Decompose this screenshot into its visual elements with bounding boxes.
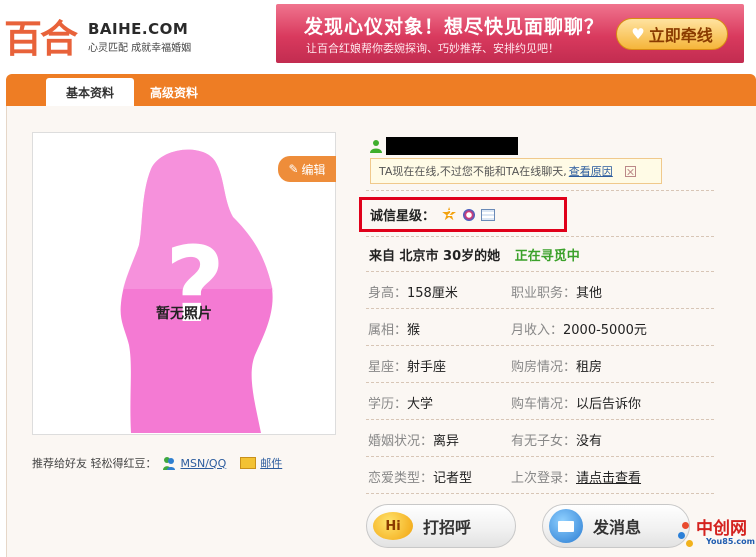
attr-housing: 购房情况：租房 (511, 356, 602, 375)
attr-value: 大学 (407, 397, 434, 412)
attr-label: 购房情况： (511, 360, 577, 375)
watermark-logo: 中创网 You85.com (676, 514, 755, 554)
send-message-button[interactable]: 发消息 (542, 504, 690, 548)
credit-star-icon[interactable]: ★ 2 (441, 205, 457, 224)
greet-button[interactable]: Hi 打招呼 (366, 504, 516, 548)
attr-value: 猴 (407, 323, 421, 338)
attr-value: 其他 (576, 286, 603, 301)
attr-constellation: 星座：射手座 (368, 356, 446, 375)
status-badge: 正在寻觅中 (514, 249, 580, 264)
heart-icon: ♥ (631, 25, 645, 43)
credit-star-level: 2 (447, 208, 453, 218)
attr-height: 身高：158厘米 (368, 282, 458, 301)
svg-text:?: ? (165, 224, 225, 346)
attr-label: 身高： (368, 286, 408, 301)
match-now-button[interactable]: ♥ 立即牵线 (616, 18, 728, 50)
no-photo-label: 暂无照片 (156, 306, 212, 322)
divider (366, 456, 714, 457)
logo-cn-text: 百合 (4, 16, 78, 61)
attr-value: 以后告诉你 (576, 397, 642, 412)
close-icon[interactable] (624, 165, 636, 177)
match-now-label: 立即牵线 (648, 26, 713, 45)
attr-label: 星座： (368, 360, 408, 375)
baihe-logo[interactable]: 百合 BAIHE.COM 心灵匹配 成就幸福婚姻 (4, 6, 204, 62)
attr-value: 没有 (576, 434, 603, 449)
matchmaker-banner[interactable]: 发现心仪对象！想尽快见面聊聊？ 让百合红娘帮你委婉探询、巧妙推荐、安排约见吧！ … (276, 4, 744, 63)
divider (366, 493, 714, 494)
attr-label: 购车情况： (511, 397, 577, 412)
attr-value: 158厘米 (407, 286, 458, 301)
attr-job: 职业职务：其他 (511, 282, 602, 301)
attr-children: 有无子女：没有 (511, 430, 602, 449)
credit-rating-label: 诚信星级： (370, 209, 436, 224)
view-reason-link[interactable]: 查看原因 (569, 163, 613, 179)
attr-value: 离异 (433, 434, 460, 449)
pencil-icon: ✎ (288, 162, 299, 176)
tab-advanced-info[interactable]: 高级资料 (134, 78, 214, 106)
online-notice: TA现在在线,不过您不能和TA在线聊天, 查看原因 (370, 158, 662, 184)
attr-car: 购车情况：以后告诉你 (511, 393, 641, 412)
divider (366, 236, 714, 237)
watermark-dot (686, 540, 693, 547)
redacted-username (386, 137, 518, 155)
divider (366, 308, 714, 309)
send-message-label: 发消息 (593, 518, 642, 537)
attr-label: 学历： (368, 397, 408, 412)
attr-label: 属相： (368, 323, 408, 338)
verified-badge-icon[interactable] (463, 208, 476, 221)
attr-label: 上次登录： (511, 471, 577, 486)
mail-icon[interactable] (240, 457, 257, 469)
attr-label: 婚姻状况： (368, 434, 434, 449)
share-msn-link[interactable]: MSN/QQ (181, 457, 227, 470)
origin-text: 来自 北京市 30岁的她 (369, 249, 501, 264)
logo-en-text: BAIHE.COM (88, 20, 189, 38)
attr-love-type: 恋爱类型：记者型 (368, 467, 472, 486)
attr-label: 职业职务： (511, 286, 577, 301)
profile-tab-bar: 基本资料 高级资料 (6, 74, 756, 106)
attr-value: 租房 (576, 360, 603, 375)
profile-origin: 来自 北京市 30岁的她 正在寻觅中 (369, 245, 580, 264)
divider (366, 382, 714, 383)
banner-title: 发现心仪对象！想尽快见面聊聊？ (304, 16, 605, 38)
online-user-icon (370, 140, 382, 153)
last-login-link[interactable]: 请点击查看 (576, 471, 641, 486)
watermark-en: You85.com (706, 537, 755, 546)
msn-icon[interactable] (161, 455, 177, 471)
divider (366, 419, 714, 420)
attr-value: 记者型 (433, 471, 473, 486)
divider (366, 345, 714, 346)
attr-label: 恋爱类型： (368, 471, 434, 486)
banner-subtitle: 让百合红娘帮你委婉探询、巧妙推荐、安排约见吧！ (306, 42, 559, 55)
divider (366, 271, 714, 272)
edit-label: 编辑 (301, 162, 326, 177)
tab-basic-info[interactable]: 基本资料 (46, 78, 134, 106)
divider (366, 190, 714, 191)
share-prompt: 推荐给好友 轻松得红豆： (32, 457, 157, 470)
envelope-icon (549, 509, 583, 543)
watermark-dot (682, 522, 689, 529)
watermark-dot (678, 532, 685, 539)
share-mail-link[interactable]: 邮件 (260, 455, 282, 471)
attr-value: 射手座 (407, 360, 447, 375)
id-card-icon[interactable] (481, 208, 496, 221)
share-row: 推荐给好友 轻松得红豆： MSN/QQ 邮件 (32, 455, 282, 471)
attr-last-login: 上次登录：请点击查看 (511, 467, 641, 486)
attr-marital: 婚姻状况：离异 (368, 430, 459, 449)
attr-zodiac: 属相：猴 (368, 319, 420, 338)
online-note-text: TA现在在线,不过您不能和TA在线聊天, (379, 165, 567, 178)
edit-photo-button[interactable]: ✎ 编辑 (278, 156, 336, 182)
credit-rating-box: 诚信星级： ★ 2 (359, 197, 567, 232)
attr-income: 月收入：2000-5000元 (511, 319, 647, 338)
attr-education: 学历：大学 (368, 393, 433, 412)
attr-label: 月收入： (511, 323, 564, 338)
greet-label: 打招呼 (423, 518, 472, 537)
hi-bubble-icon: Hi (373, 512, 413, 540)
attr-label: 有无子女： (511, 434, 577, 449)
profile-name-row (370, 137, 518, 155)
logo-tagline: 心灵匹配 成就幸福婚姻 (88, 43, 192, 54)
attr-value: 2000-5000元 (563, 323, 647, 338)
watermark-cn: 中创网 (696, 519, 747, 539)
